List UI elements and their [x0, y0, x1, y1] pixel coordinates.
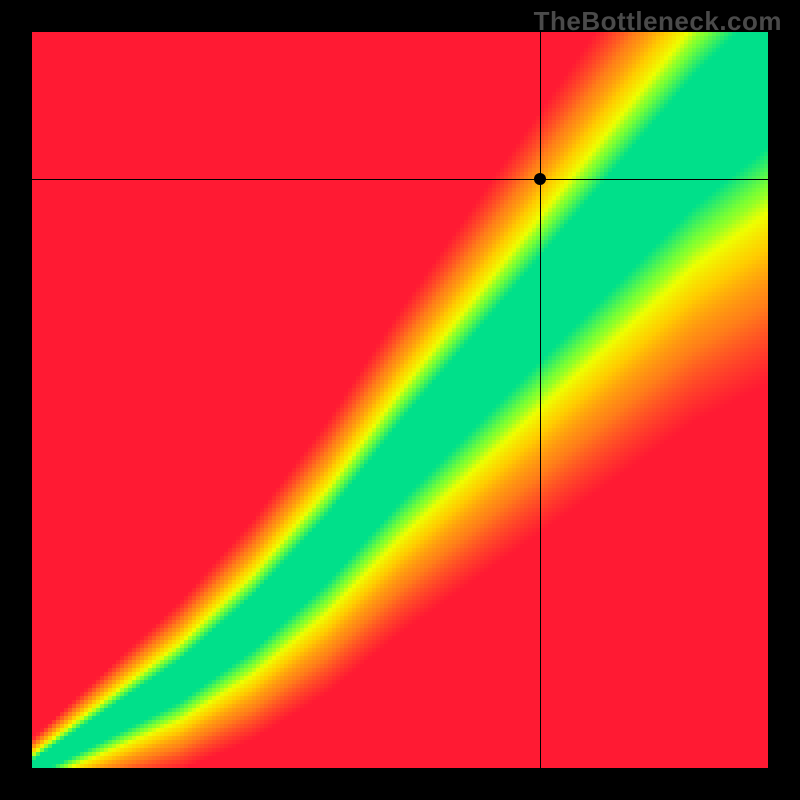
plot-area: [32, 32, 768, 768]
heatmap-canvas: [32, 32, 768, 768]
watermark-text: TheBottleneck.com: [534, 6, 782, 37]
chart-frame: TheBottleneck.com: [0, 0, 800, 800]
